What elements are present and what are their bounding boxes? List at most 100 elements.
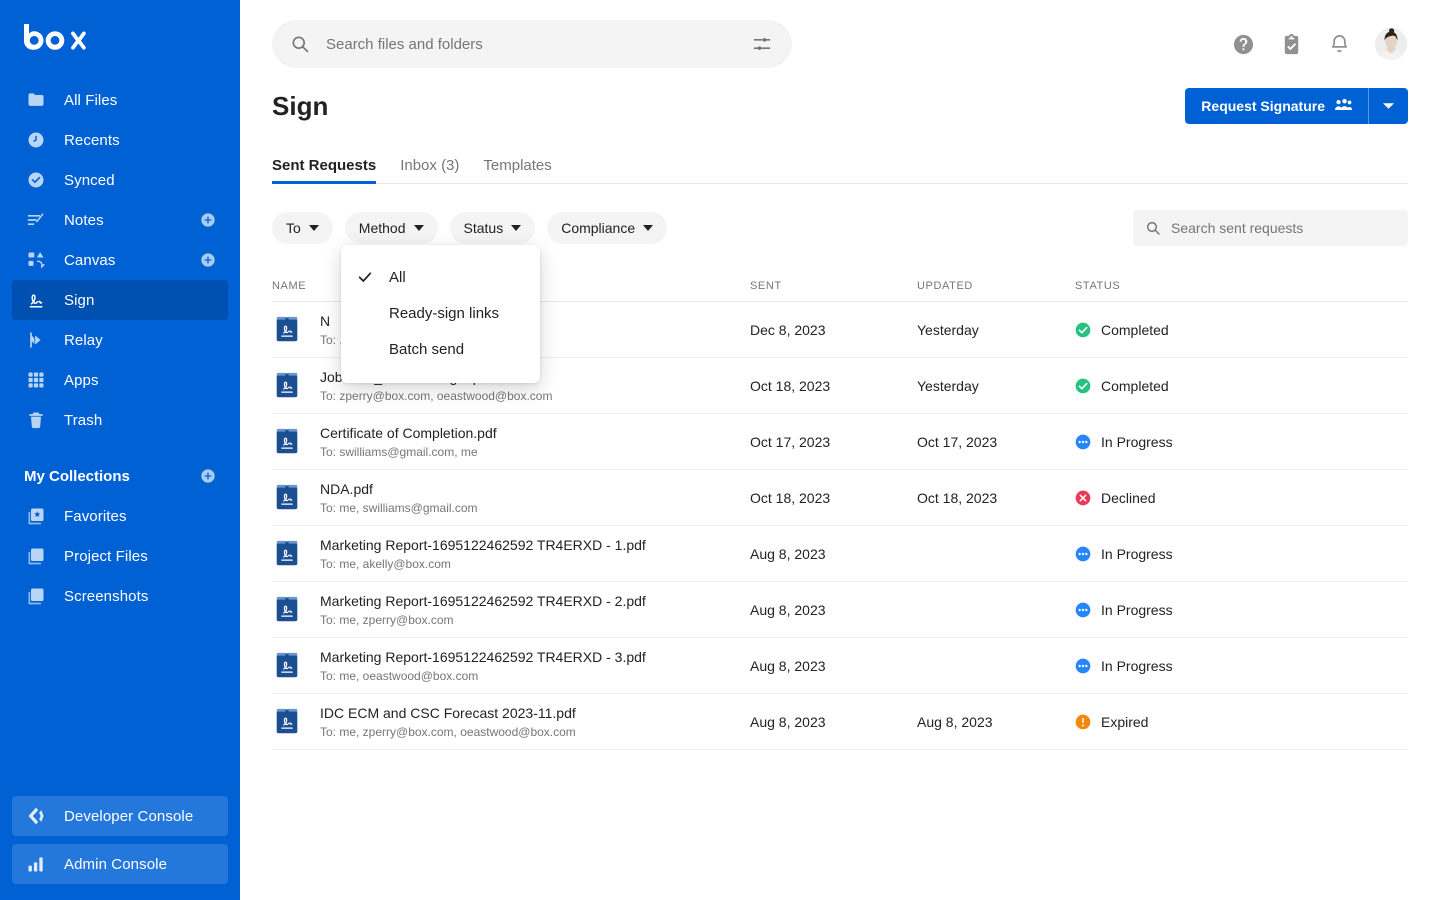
search-input[interactable] bbox=[326, 36, 752, 53]
sent-requests-search-input[interactable] bbox=[1171, 220, 1396, 236]
file-name: Certificate of Completion.pdf bbox=[320, 424, 497, 442]
sidebar-item-notes[interactable]: Notes bbox=[12, 200, 228, 240]
sidebar-item-favorites[interactable]: Favorites bbox=[12, 496, 228, 536]
admin-console-button[interactable]: Admin Console bbox=[12, 844, 228, 884]
favorites-collection-icon bbox=[24, 504, 48, 528]
table-row[interactable]: Certificate of Completion.pdf To: swilli… bbox=[272, 414, 1408, 470]
column-header-updated[interactable]: UPDATED bbox=[917, 280, 1075, 292]
sign-document-icon bbox=[272, 314, 304, 346]
grid-apps-icon bbox=[24, 368, 48, 392]
column-header-status[interactable]: STATUS bbox=[1075, 280, 1408, 292]
sidebar-item-relay[interactable]: Relay bbox=[12, 320, 228, 360]
menu-item-label: Batch send bbox=[389, 341, 464, 358]
sidebar-item-apps[interactable]: Apps bbox=[12, 360, 228, 400]
app-root: All Files Recents Synced bbox=[0, 0, 1440, 900]
filter-method[interactable]: Method bbox=[345, 212, 438, 244]
row-name-cell[interactable]: Marketing Report-1695122462592 TR4ERXD -… bbox=[272, 536, 750, 572]
row-name-cell[interactable]: IDC ECM and CSC Forecast 2023-11.pdf To:… bbox=[272, 704, 750, 740]
filter-status[interactable]: Status bbox=[450, 212, 536, 244]
sidebar-bottom-buttons: Developer Console Admin Console bbox=[12, 788, 228, 884]
developer-console-label: Developer Console bbox=[64, 808, 193, 825]
add-canvas-button[interactable] bbox=[200, 252, 216, 268]
sidebar-item-all-files[interactable]: All Files bbox=[12, 80, 228, 120]
sidebar-item-project-files[interactable]: Project Files bbox=[12, 536, 228, 576]
chevron-down-icon bbox=[1382, 97, 1395, 115]
global-search-bar[interactable] bbox=[272, 20, 792, 68]
row-status: In Progress bbox=[1075, 546, 1408, 562]
file-recipients: To: me, zperry@box.com bbox=[320, 612, 646, 628]
row-name-cell[interactable]: NDA.pdf To: me, swilliams@gmail.com bbox=[272, 480, 750, 516]
table-row[interactable]: NDA.pdf To: me, swilliams@gmail.com Oct … bbox=[272, 470, 1408, 526]
sidebar-item-label: Canvas bbox=[64, 252, 115, 269]
file-name: Marketing Report-1695122462592 TR4ERXD -… bbox=[320, 648, 646, 666]
developer-console-button[interactable]: Developer Console bbox=[12, 796, 228, 836]
collection-icon bbox=[24, 584, 48, 608]
tab-inbox[interactable]: Inbox (3) bbox=[400, 157, 459, 183]
status-label: In Progress bbox=[1101, 658, 1173, 674]
row-sent-date: Oct 17, 2023 bbox=[750, 434, 917, 450]
main-content: Sign Request Signature bbox=[240, 0, 1440, 900]
user-avatar[interactable] bbox=[1375, 28, 1407, 60]
tasks-clipboard-icon[interactable] bbox=[1279, 32, 1303, 56]
table-row[interactable]: Marketing Report-1695122462592 TR4ERXD -… bbox=[272, 582, 1408, 638]
tab-templates[interactable]: Templates bbox=[483, 157, 551, 183]
table-row[interactable]: IDC ECM and CSC Forecast 2023-11.pdf To:… bbox=[272, 694, 1408, 750]
row-sent-date: Aug 8, 2023 bbox=[750, 546, 917, 562]
sidebar-item-canvas[interactable]: Canvas bbox=[12, 240, 228, 280]
status-expired-icon bbox=[1075, 714, 1091, 730]
file-recipients: To: me, oeastwood@box.com bbox=[320, 668, 646, 684]
admin-console-label: Admin Console bbox=[64, 856, 167, 873]
filter-to-label: To bbox=[286, 220, 301, 236]
chevron-down-icon bbox=[643, 225, 653, 231]
row-status: Declined bbox=[1075, 490, 1408, 506]
file-name: Marketing Report-1695122462592 TR4ERXD -… bbox=[320, 536, 646, 554]
sign-document-icon bbox=[272, 426, 304, 458]
row-sent-date: Aug 8, 2023 bbox=[750, 714, 917, 730]
row-sent-date: Oct 18, 2023 bbox=[750, 378, 917, 394]
menu-item-all[interactable]: All bbox=[341, 259, 540, 295]
filter-compliance[interactable]: Compliance bbox=[547, 212, 667, 244]
row-status: Completed bbox=[1075, 378, 1408, 394]
sign-document-icon bbox=[272, 706, 304, 738]
sidebar-item-trash[interactable]: Trash bbox=[12, 400, 228, 440]
row-name-cell[interactable]: Marketing Report-1695122462592 TR4ERXD -… bbox=[272, 592, 750, 628]
add-collection-button[interactable] bbox=[200, 468, 216, 484]
search-filter-icon[interactable] bbox=[752, 34, 772, 54]
row-name-cell[interactable]: Certificate of Completion.pdf To: swilli… bbox=[272, 424, 750, 460]
check-circle-icon bbox=[24, 168, 48, 192]
sidebar-item-sign[interactable]: Sign bbox=[12, 280, 228, 320]
table-row[interactable]: Marketing Report-1695122462592 TR4ERXD -… bbox=[272, 638, 1408, 694]
box-logo[interactable] bbox=[0, 0, 240, 64]
sidebar-item-screenshots[interactable]: Screenshots bbox=[12, 576, 228, 616]
status-label: Declined bbox=[1101, 490, 1155, 506]
status-completed-icon bbox=[1075, 378, 1091, 394]
help-icon[interactable] bbox=[1231, 32, 1255, 56]
sign-document-icon bbox=[272, 650, 304, 682]
chevron-down-icon bbox=[414, 225, 424, 231]
row-name-cell[interactable]: Marketing Report-1695122462592 TR4ERXD -… bbox=[272, 648, 750, 684]
sign-document-icon bbox=[272, 538, 304, 570]
sidebar-item-recents[interactable]: Recents bbox=[12, 120, 228, 160]
admin-console-bars-icon bbox=[24, 854, 48, 874]
status-in-progress-icon bbox=[1075, 434, 1091, 450]
sent-requests-search[interactable] bbox=[1133, 210, 1408, 246]
sidebar-item-synced[interactable]: Synced bbox=[12, 160, 228, 200]
table-row[interactable]: Marketing Report-1695122462592 TR4ERXD -… bbox=[272, 526, 1408, 582]
page-title: Sign bbox=[272, 90, 328, 122]
menu-item-batch-send[interactable]: Batch send bbox=[341, 331, 540, 367]
sign-tabs: Sent Requests Inbox (3) Templates bbox=[272, 151, 1408, 184]
add-note-button[interactable] bbox=[200, 212, 216, 228]
column-header-sent[interactable]: SENT bbox=[750, 280, 917, 292]
tab-sent-requests[interactable]: Sent Requests bbox=[272, 157, 376, 183]
status-label: Completed bbox=[1101, 378, 1169, 394]
file-name: IDC ECM and CSC Forecast 2023-11.pdf bbox=[320, 704, 576, 722]
request-signature-dropdown-button[interactable] bbox=[1368, 88, 1408, 124]
filter-to[interactable]: To bbox=[272, 212, 333, 244]
request-signature-button[interactable]: Request Signature bbox=[1185, 88, 1368, 124]
method-filter-menu: All Ready-sign links Batch send bbox=[341, 245, 540, 383]
row-status: In Progress bbox=[1075, 434, 1408, 450]
notifications-bell-icon[interactable] bbox=[1327, 32, 1351, 56]
menu-item-ready-sign-links[interactable]: Ready-sign links bbox=[341, 295, 540, 331]
row-status: In Progress bbox=[1075, 658, 1408, 674]
relay-flag-icon bbox=[24, 328, 48, 352]
